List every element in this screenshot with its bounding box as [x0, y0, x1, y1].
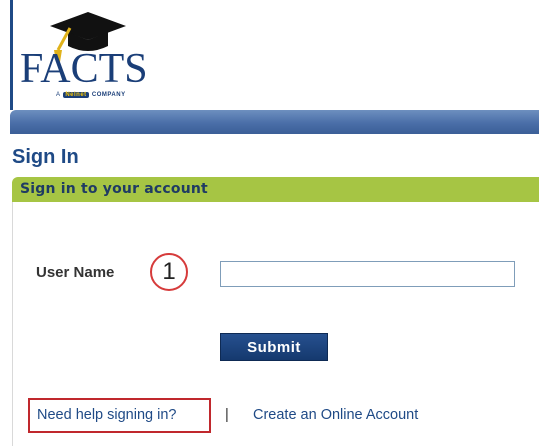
tagline-prefix: A: [56, 92, 61, 98]
logo-wordmark: FACTS: [20, 46, 148, 92]
create-account-link[interactable]: Create an Online Account: [253, 407, 418, 423]
facts-logo: FACTS A Nelnet COMPANY: [20, 8, 160, 100]
panel-header-text: Sign in to your account: [20, 181, 208, 197]
logo-tagline: A Nelnet COMPANY: [56, 92, 126, 98]
link-separator: |: [225, 407, 229, 423]
signin-panel-header: Sign in to your account: [12, 177, 539, 202]
username-input[interactable]: [220, 261, 515, 287]
navigation-bar: [10, 110, 539, 134]
step-number-badge: 1: [150, 253, 188, 291]
page-title: Sign In: [12, 146, 79, 168]
need-help-link[interactable]: Need help signing in?: [37, 407, 176, 423]
submit-button[interactable]: Submit: [220, 333, 328, 361]
site-header: FACTS A Nelnet COMPANY: [0, 0, 539, 110]
tagline-brand: Nelnet: [63, 92, 89, 98]
tagline-suffix: COMPANY: [91, 92, 126, 98]
header-accent-rule: [10, 0, 13, 110]
username-label: User Name: [36, 264, 115, 281]
